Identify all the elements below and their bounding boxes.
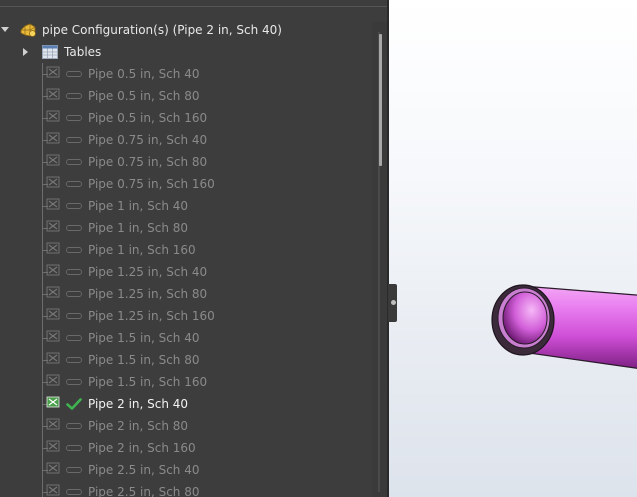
inactive-dash-icon: [66, 181, 82, 187]
configuration-item[interactable]: Pipe 0.5 in, Sch 80: [0, 85, 370, 107]
scrollbar-thumb[interactable]: [379, 34, 382, 166]
configuration-label: Pipe 2 in, Sch 80: [88, 419, 189, 433]
configuration-icon: [46, 418, 60, 430]
configuration-item[interactable]: Pipe 0.75 in, Sch 80: [0, 151, 370, 173]
configuration-item[interactable]: Pipe 1 in, Sch 80: [0, 217, 370, 239]
inactive-dash-icon: [66, 71, 82, 77]
configuration-label: Pipe 0.5 in, Sch 40: [88, 67, 200, 81]
configuration-item[interactable]: Pipe 1.25 in, Sch 160: [0, 305, 370, 327]
inactive-dash-icon: [66, 357, 82, 363]
configuration-icon: [46, 352, 60, 364]
configuration-icon: [46, 286, 60, 298]
configuration-icon: [46, 220, 60, 232]
inactive-dash-icon: [66, 159, 82, 165]
configuration-item[interactable]: Pipe 1.5 in, Sch 80: [0, 349, 370, 371]
configuration-label: Pipe 1.5 in, Sch 80: [88, 353, 200, 367]
configuration-tree: pipe Configuration(s) (Pipe 2 in, Sch 40…: [0, 19, 370, 497]
configuration-item[interactable]: Pipe 2 in, Sch 40: [0, 393, 370, 415]
inactive-dash-icon: [66, 379, 82, 385]
tree-root-item[interactable]: pipe Configuration(s) (Pipe 2 in, Sch 40…: [0, 19, 370, 41]
configuration-label: Pipe 0.5 in, Sch 80: [88, 89, 200, 103]
panel-divider: [0, 6, 387, 7]
configuration-label: Pipe 2.5 in, Sch 80: [88, 485, 200, 497]
inactive-dash-icon: [66, 269, 82, 275]
configuration-icon: [46, 176, 60, 188]
inactive-dash-icon: [66, 313, 82, 319]
inactive-dash-icon: [66, 489, 82, 495]
configuration-item[interactable]: Pipe 2 in, Sch 160: [0, 437, 370, 459]
configuration-label: Pipe 1.25 in, Sch 40: [88, 265, 208, 279]
configuration-label: Pipe 0.75 in, Sch 40: [88, 133, 208, 147]
configuration-label: Pipe 2.5 in, Sch 40: [88, 463, 200, 477]
inactive-dash-icon: [66, 225, 82, 231]
chevron-right-icon[interactable]: [23, 48, 28, 56]
splitter-grip-icon: [391, 300, 396, 305]
configuration-label: Pipe 2 in, Sch 40: [88, 397, 189, 411]
tree-connector-line: [42, 481, 43, 497]
configuration-icon: [46, 154, 60, 166]
inactive-dash-icon: [66, 93, 82, 99]
configuration-icon: [46, 484, 60, 496]
configuration-item[interactable]: Pipe 1 in, Sch 160: [0, 239, 370, 261]
configuration-icon: [46, 88, 60, 100]
configuration-label: Pipe 0.75 in, Sch 160: [88, 177, 215, 191]
configuration-label: Pipe 0.5 in, Sch 160: [88, 111, 208, 125]
configuration-item[interactable]: Pipe 0.5 in, Sch 160: [0, 107, 370, 129]
inactive-dash-icon: [66, 115, 82, 121]
configuration-item[interactable]: Pipe 1.25 in, Sch 80: [0, 283, 370, 305]
configuration-label: Pipe 1 in, Sch 80: [88, 221, 189, 235]
tree-item-tables-label: Tables: [64, 45, 102, 59]
configuration-list: Pipe 0.5 in, Sch 40 Pipe 0.5 in, Sch 80 Pi…: [0, 63, 370, 497]
active-check-icon: [66, 398, 82, 410]
configuration-item[interactable]: Pipe 0.75 in, Sch 40: [0, 129, 370, 151]
configuration-icon: [46, 330, 60, 342]
tree-root-label: pipe Configuration(s) (Pipe 2 in, Sch 40…: [42, 23, 282, 37]
inactive-dash-icon: [66, 137, 82, 143]
chevron-down-icon[interactable]: [1, 27, 9, 32]
configuration-item[interactable]: Pipe 2 in, Sch 80: [0, 415, 370, 437]
configuration-item[interactable]: Pipe 0.5 in, Sch 40: [0, 63, 370, 85]
inactive-dash-icon: [66, 467, 82, 473]
configuration-item[interactable]: Pipe 0.75 in, Sch 160: [0, 173, 370, 195]
configuration-item[interactable]: Pipe 1 in, Sch 40: [0, 195, 370, 217]
configuration-label: Pipe 1.25 in, Sch 160: [88, 309, 215, 323]
configuration-label: Pipe 1.5 in, Sch 160: [88, 375, 208, 389]
inactive-dash-icon: [66, 203, 82, 209]
inactive-dash-icon: [66, 247, 82, 253]
configuration-item[interactable]: Pipe 2.5 in, Sch 80: [0, 481, 370, 497]
inactive-dash-icon: [66, 423, 82, 429]
pipe-3d-model[interactable]: [389, 0, 637, 497]
configuration-icon: [46, 396, 60, 408]
configuration-icon: [46, 110, 60, 122]
configuration-label: Pipe 2 in, Sch 160: [88, 441, 196, 455]
tree-item-tables[interactable]: Tables: [0, 41, 370, 63]
inactive-dash-icon: [66, 335, 82, 341]
configuration-label: Pipe 1.5 in, Sch 40: [88, 331, 200, 345]
configuration-icon: [46, 264, 60, 276]
configuration-icon: [46, 308, 60, 320]
solidworks-window: pipe Configuration(s) (Pipe 2 in, Sch 40…: [0, 0, 637, 497]
configuration-item[interactable]: Pipe 1.25 in, Sch 40: [0, 261, 370, 283]
configuration-icon: [46, 242, 60, 254]
configuration-icon: [46, 462, 60, 474]
configuration-icon: [46, 66, 60, 78]
configuration-label: Pipe 0.75 in, Sch 80: [88, 155, 208, 169]
configuration-icon: [46, 374, 60, 386]
configuration-icon: [46, 198, 60, 210]
configuration-item[interactable]: Pipe 1.5 in, Sch 160: [0, 371, 370, 393]
configuration-item[interactable]: Pipe 1.5 in, Sch 40: [0, 327, 370, 349]
configuration-label: Pipe 1 in, Sch 40: [88, 199, 189, 213]
configuration-manager-panel: pipe Configuration(s) (Pipe 2 in, Sch 40…: [0, 0, 387, 497]
tables-icon: [42, 45, 58, 59]
configuration-item[interactable]: Pipe 2.5 in, Sch 40: [0, 459, 370, 481]
configuration-icon: [46, 132, 60, 144]
configuration-label: Pipe 1.25 in, Sch 80: [88, 287, 208, 301]
configuration-folder-icon: [20, 23, 36, 37]
configuration-icon: [46, 440, 60, 452]
configuration-label: Pipe 1 in, Sch 160: [88, 243, 196, 257]
inactive-dash-icon: [66, 445, 82, 451]
inactive-dash-icon: [66, 291, 82, 297]
